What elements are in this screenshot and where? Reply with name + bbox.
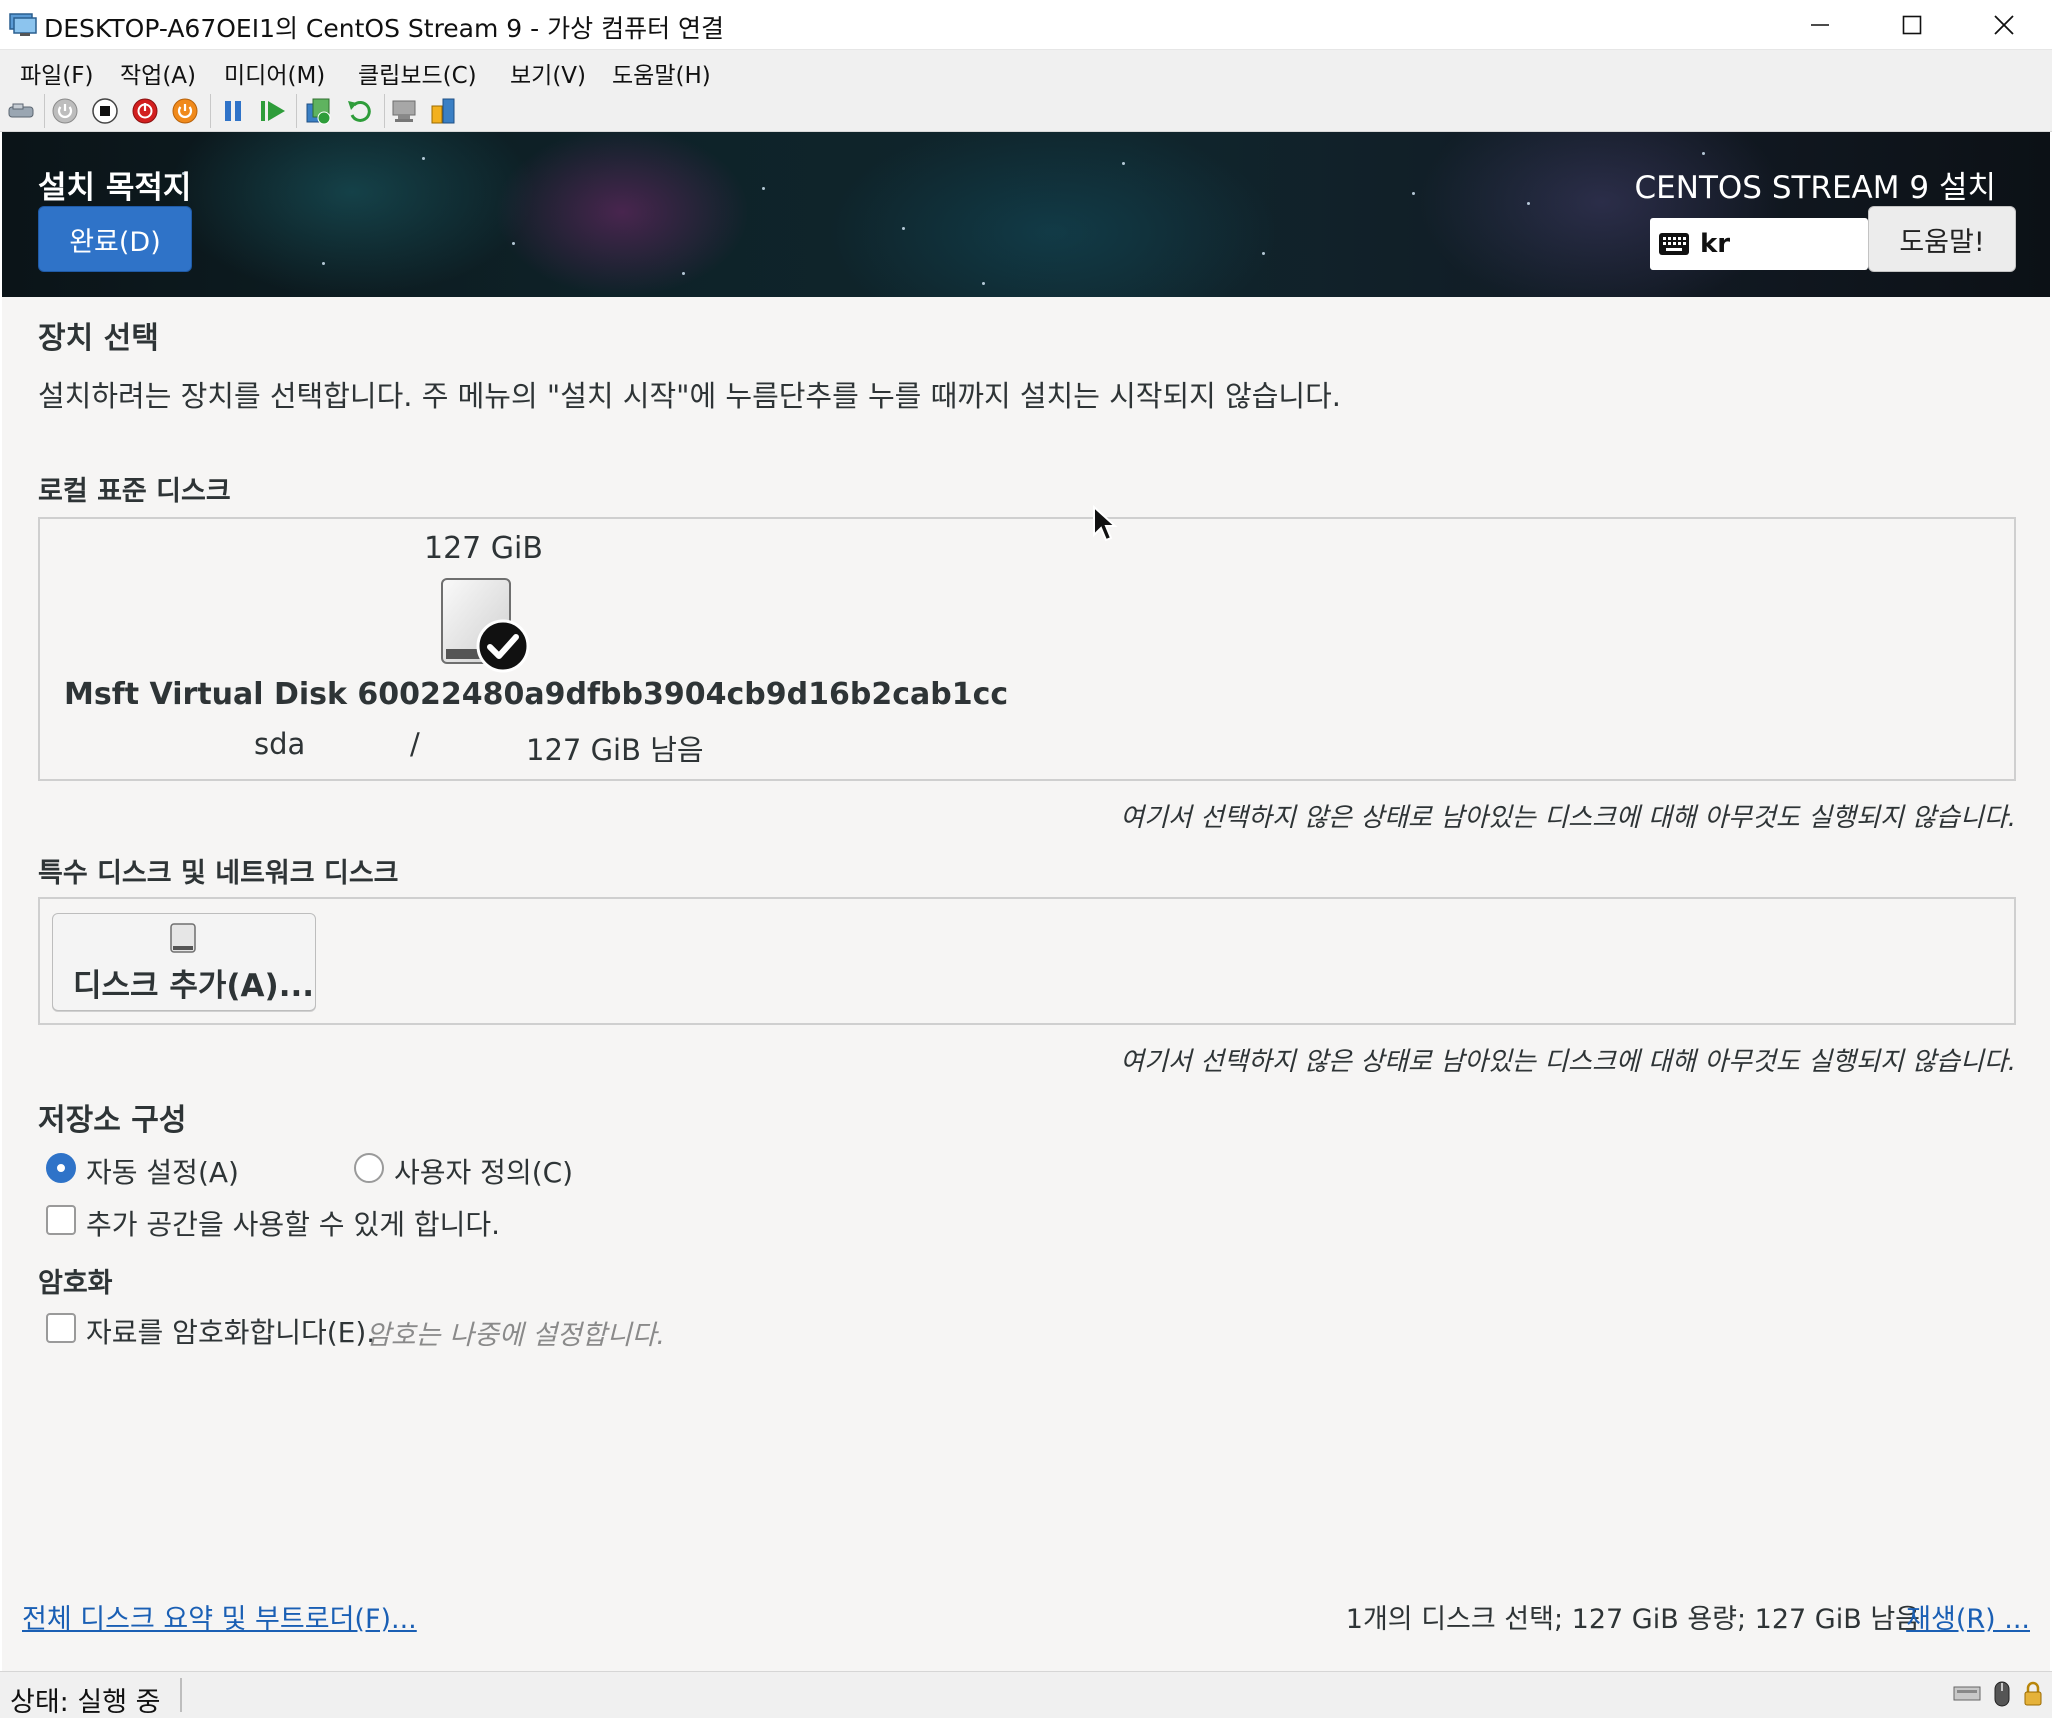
add-disk-label: 디스크 추가(A)... [73,968,315,1004]
mouse-status-icon [1992,1680,2012,1712]
status-bar: 상태: 실행 중 [0,1671,2052,1718]
power-icon[interactable] [170,96,200,126]
ctrl-alt-del-icon[interactable] [6,96,36,126]
auto-config-label[interactable]: 자동 설정(A) [86,1151,239,1191]
storage-config-heading: 저장소 구성 [38,1103,187,1138]
encryption-heading: 암호화 [38,1268,113,1299]
special-disks-heading: 특수 디스크 및 네트워크 디스크 [38,858,399,889]
share-icon[interactable] [428,96,458,126]
install-title: CENTOS STREAM 9 설치 [1634,170,1996,206]
menu-file[interactable]: 파일(F) [20,56,94,90]
checkpoint-icon[interactable] [304,96,334,126]
menu-action[interactable]: 작업(A) [120,56,196,90]
page-title: 설치 목적지 [38,170,192,206]
refresh-link[interactable]: 재생(R) ... [1906,1597,2030,1636]
mouse-cursor-icon [1092,504,1118,549]
lock-status-icon [2022,1680,2044,1712]
special-disks-note: 여기서 선택하지 않은 상태로 남아있는 디스크에 대해 아무것도 실행되지 않… [1120,1047,2016,1077]
disk-name: Msft Virtual Disk 60022480a9dfbb3904cb9d… [64,677,1009,712]
resume-icon[interactable] [258,96,288,126]
custom-config-radio[interactable] [354,1153,384,1183]
menu-media[interactable]: 미디어(M) [224,56,325,90]
device-selection-heading: 장치 선택 [38,321,159,356]
toolbar [0,90,2052,132]
auto-config-radio[interactable] [46,1153,76,1183]
vm-connection-icon [8,12,38,38]
status-divider [180,1678,182,1712]
disk-device: sda [254,727,306,761]
disk-tile[interactable]: 127 GiB Msft Virtual Disk 60022480a9dfbb… [40,519,1008,779]
maximize-button[interactable] [1866,0,1958,50]
main-content: 장치 선택 설치하려는 장치를 선택합니다. 주 메뉴의 "설치 시작"에 누름… [2,297,2050,1671]
menu-clipboard[interactable]: 클립보드(C) [358,56,477,90]
add-disk-button[interactable]: 디스크 추가(A)... [52,913,316,1011]
window-title: DESKTOP-A67OEI1의 CentOS Stream 9 - 가상 컴퓨… [44,14,725,43]
keyboard-layout-label: kr [1700,229,1731,259]
menu-view[interactable]: 보기(V) [510,56,586,90]
shutdown-icon[interactable] [130,96,160,126]
minimize-button[interactable] [1774,0,1866,50]
menu-help[interactable]: 도움말(H) [612,56,711,90]
local-disks-heading: 로컬 표준 디스크 [38,476,231,507]
pause-icon[interactable] [218,96,248,126]
custom-config-label[interactable]: 사용자 정의(C) [394,1151,573,1191]
done-button[interactable]: 완료(D) [38,206,192,272]
device-selection-description: 설치하려는 장치를 선택합니다. 주 메뉴의 "설치 시작"에 누름단추를 누를… [38,379,1341,413]
selected-check-icon [476,619,530,677]
extra-space-checkbox[interactable] [46,1205,76,1235]
extra-space-label[interactable]: 추가 공간을 사용할 수 있게 합니다. [86,1203,500,1243]
encrypt-hint: 암호는 나중에 설정합니다. [366,1320,665,1351]
title-bar: DESKTOP-A67OEI1의 CentOS Stream 9 - 가상 컴퓨… [0,0,2052,50]
turn-off-icon[interactable] [90,96,120,126]
close-button[interactable] [1958,0,2050,50]
status-text: 상태: 실행 중 [10,1687,161,1718]
disk-free-space: 127 GiB 남음 [526,733,704,767]
menu-bar: 파일(F) 작업(A) 미디어(M) 클립보드(C) 보기(V) 도움말(H) [0,50,2052,90]
disk-mount-separator: / [410,727,420,761]
full-disk-summary-link[interactable]: 전체 디스크 요약 및 부트로더(F)... [22,1597,417,1636]
header-banner: 설치 목적지 완료(D) CENTOS STREAM 9 설치 kr 도움말! [2,132,2050,297]
local-disks-panel: 127 GiB Msft Virtual Disk 60022480a9dfbb… [38,517,2016,781]
keyboard-status-icon [1952,1680,1982,1712]
disk-size: 127 GiB [424,531,543,566]
enhanced-session-icon[interactable] [390,96,420,126]
disk-icon [169,922,199,958]
revert-icon[interactable] [344,96,374,126]
special-disks-panel [38,897,2016,1025]
keyboard-layout-indicator[interactable]: kr [1650,218,1868,270]
help-button[interactable]: 도움말! [1868,206,2016,272]
encrypt-label[interactable]: 자료를 암호화합니다(E). [86,1311,375,1351]
keyboard-icon [1658,232,1690,260]
encrypt-checkbox[interactable] [46,1313,76,1343]
disk-summary-text: 1개의 디스크 선택; 127 GiB 용량; 127 GiB 남음 [1345,1604,1920,1635]
local-disks-note: 여기서 선택하지 않은 상태로 남아있는 디스크에 대해 아무것도 실행되지 않… [1120,803,2016,833]
start-icon[interactable] [50,96,80,126]
